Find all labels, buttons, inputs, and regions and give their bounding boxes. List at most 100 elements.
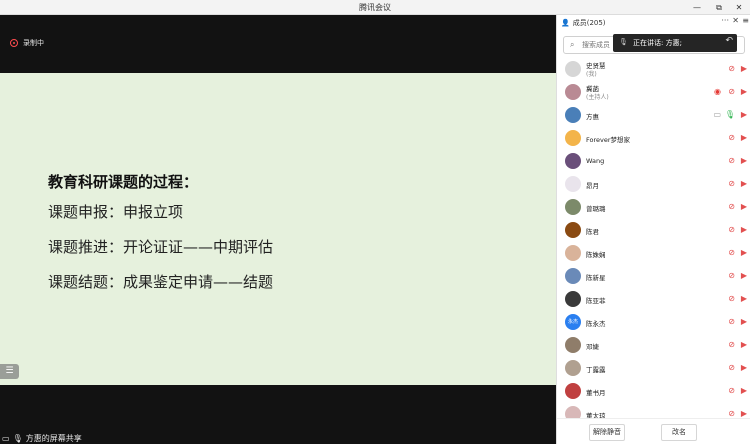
avatar bbox=[565, 222, 581, 238]
avatar bbox=[565, 383, 581, 399]
member-row[interactable]: 陈新星 ⊘ ▶ bbox=[557, 265, 750, 288]
member-row[interactable]: 方惠 ▭ 🎙 ▶ bbox=[557, 104, 750, 127]
search-icon: ⌕ bbox=[570, 40, 575, 49]
window-title: 腾讯会议 bbox=[359, 3, 391, 12]
speaking-mic-icon: 🎙 bbox=[619, 38, 628, 46]
mic-muted-icon[interactable]: ⊘ bbox=[728, 225, 735, 234]
members-icon: 👤 bbox=[561, 19, 570, 27]
mic-muted-icon[interactable]: ⊘ bbox=[728, 386, 735, 395]
avatar bbox=[565, 245, 581, 261]
mic-muted-icon[interactable]: ⊘ bbox=[728, 317, 735, 326]
member-name: Wang bbox=[586, 157, 605, 165]
mic-muted-icon[interactable]: ⊘ bbox=[728, 248, 735, 257]
camera-off-icon[interactable]: ▶ bbox=[741, 179, 747, 188]
camera-off-icon[interactable]: ▶ bbox=[741, 271, 747, 280]
recording-indicator[interactable]: 录制中 bbox=[10, 38, 44, 48]
close-window-button[interactable]: ✕ bbox=[730, 1, 748, 14]
mic-on-icon[interactable]: 🎙 bbox=[725, 110, 735, 119]
member-name: 方惠 bbox=[586, 113, 599, 121]
avatar bbox=[565, 199, 581, 215]
mic-muted-icon[interactable]: ⊘ bbox=[728, 179, 735, 188]
unmute-all-button[interactable]: 解除静音 bbox=[589, 424, 625, 441]
collapse-panel-icon[interactable]: ≡ bbox=[742, 16, 749, 25]
camera-off-icon[interactable]: ▶ bbox=[741, 202, 747, 211]
camera-off-icon[interactable]: ▶ bbox=[741, 87, 747, 96]
avatar: 永杰 bbox=[565, 314, 581, 330]
rename-button[interactable]: 改名 bbox=[661, 424, 697, 441]
mic-muted-icon[interactable]: ⊘ bbox=[728, 340, 735, 349]
member-role: (主持人) bbox=[586, 94, 609, 101]
camera-off-icon[interactable]: ▶ bbox=[741, 409, 747, 418]
pop-out-icon[interactable]: ↶ bbox=[725, 36, 733, 46]
members-title: 成员(205) bbox=[572, 19, 606, 27]
member-row[interactable]: 昂月 ⊘ ▶ bbox=[557, 173, 750, 196]
speaking-banner: 🎙 正在讲话: 方惠; ↶ bbox=[613, 34, 737, 52]
mic-muted-icon[interactable]: ⊘ bbox=[728, 87, 735, 96]
mic-muted-icon[interactable]: ⊘ bbox=[728, 156, 735, 165]
member-row[interactable]: Wang ⊘ ▶ bbox=[557, 150, 750, 173]
avatar bbox=[565, 130, 581, 146]
camera-off-icon[interactable]: ▶ bbox=[741, 133, 747, 142]
member-name: Forever梦想家 bbox=[586, 136, 631, 144]
thumbnail-list-toggle-icon[interactable]: ☰ bbox=[0, 364, 19, 379]
member-name: 陈新星 bbox=[586, 274, 606, 282]
member-role: (我) bbox=[586, 71, 597, 78]
member-name: 陈君 bbox=[586, 228, 599, 236]
camera-off-icon[interactable]: ▶ bbox=[741, 156, 747, 165]
recording-icon: ◉ bbox=[714, 87, 721, 96]
record-dot-icon bbox=[10, 39, 18, 47]
member-row[interactable]: 邓婕 ⊘ ▶ bbox=[557, 334, 750, 357]
member-row[interactable]: 曾璐璐 ⊘ ▶ bbox=[557, 196, 750, 219]
mic-muted-icon[interactable]: ⊘ bbox=[728, 294, 735, 303]
avatar bbox=[565, 84, 581, 100]
camera-off-icon[interactable]: ▶ bbox=[741, 64, 747, 73]
camera-off-icon[interactable]: ▶ bbox=[741, 363, 747, 372]
camera-off-icon[interactable]: ▶ bbox=[741, 110, 747, 119]
camera-off-icon[interactable]: ▶ bbox=[741, 386, 747, 395]
camera-off-icon[interactable]: ▶ bbox=[741, 340, 747, 349]
share-owner-text: 方惠的屏幕共享 bbox=[25, 433, 82, 443]
member-row[interactable]: 董书月 ⊘ ▶ bbox=[557, 380, 750, 403]
more-options-icon[interactable]: ··· bbox=[721, 16, 729, 25]
avatar bbox=[565, 337, 581, 353]
app-window: 腾讯会议 — ⧉ ✕ 录制中 教育科研课题的过程： 课题申报：申报立项 课题推进… bbox=[0, 0, 750, 444]
mic-muted-icon[interactable]: ⊘ bbox=[728, 133, 735, 142]
camera-off-icon[interactable]: ▶ bbox=[741, 294, 747, 303]
slide-heading: 教育科研课题的过程： bbox=[48, 173, 199, 191]
camera-off-icon[interactable]: ▶ bbox=[741, 317, 747, 326]
mic-muted-icon[interactable]: ⊘ bbox=[728, 202, 735, 211]
member-row[interactable]: 冀菡 (主持人) ◉ ⊘ ▶ bbox=[557, 81, 750, 104]
speaking-text: 正在讲话: 方惠; bbox=[633, 39, 682, 47]
member-row[interactable]: 陈姝娴 ⊘ ▶ bbox=[557, 242, 750, 265]
title-bar: 腾讯会议 — ⧉ ✕ bbox=[0, 0, 750, 15]
members-footer: 解除静音 改名 bbox=[557, 418, 750, 444]
screen-share-icon: ▭ bbox=[713, 110, 721, 119]
meeting-stage: 录制中 教育科研课题的过程： 课题申报：申报立项 课题推进：开论证证——中期评估… bbox=[0, 15, 556, 444]
member-row[interactable]: 陈亚菲 ⊘ ▶ bbox=[557, 288, 750, 311]
camera-off-icon[interactable]: ▶ bbox=[741, 225, 747, 234]
shared-slide: 教育科研课题的过程： 课题申报：申报立项 课题推进：开论证证——中期评估 课题结… bbox=[0, 73, 556, 385]
mic-muted-icon[interactable]: ⊘ bbox=[728, 271, 735, 280]
member-row[interactable]: 丁露露 ⊘ ▶ bbox=[557, 357, 750, 380]
member-name: 陈姝娴 bbox=[586, 251, 606, 259]
mic-muted-icon[interactable]: ⊘ bbox=[728, 409, 735, 418]
member-name: 陈亚菲 bbox=[586, 297, 606, 305]
avatar bbox=[565, 291, 581, 307]
slide-line-3: 课题结题：成果鉴定申请——结题 bbox=[48, 273, 274, 291]
camera-off-icon[interactable]: ▶ bbox=[741, 248, 747, 257]
member-row[interactable]: 永杰 陈永杰 ⊘ ▶ bbox=[557, 311, 750, 334]
slide-line-2: 课题推进：开论证证——中期评估 bbox=[48, 238, 274, 256]
mic-muted-icon[interactable]: ⊘ bbox=[728, 64, 735, 73]
close-panel-icon[interactable]: ✕ bbox=[732, 16, 739, 25]
avatar bbox=[565, 176, 581, 192]
avatar bbox=[565, 360, 581, 376]
members-panel: 👤 成员(205) ··· ✕ ≡ ⌕ 🎙 正在讲话: 方惠; ↶ 史贤慧(我)… bbox=[556, 15, 750, 444]
member-row[interactable]: 史贤慧 (我) ⊘ ▶ bbox=[557, 58, 750, 81]
minimize-button[interactable]: — bbox=[688, 1, 706, 14]
avatar bbox=[565, 153, 581, 169]
restore-button[interactable]: ⧉ bbox=[710, 1, 728, 14]
mic-muted-icon[interactable]: ⊘ bbox=[728, 363, 735, 372]
member-row[interactable]: 陈君 ⊘ ▶ bbox=[557, 219, 750, 242]
screen-share-label: ▭ 🎙 方惠的屏幕共享 bbox=[0, 432, 82, 444]
member-row[interactable]: Forever梦想家 ⊘ ▶ bbox=[557, 127, 750, 150]
